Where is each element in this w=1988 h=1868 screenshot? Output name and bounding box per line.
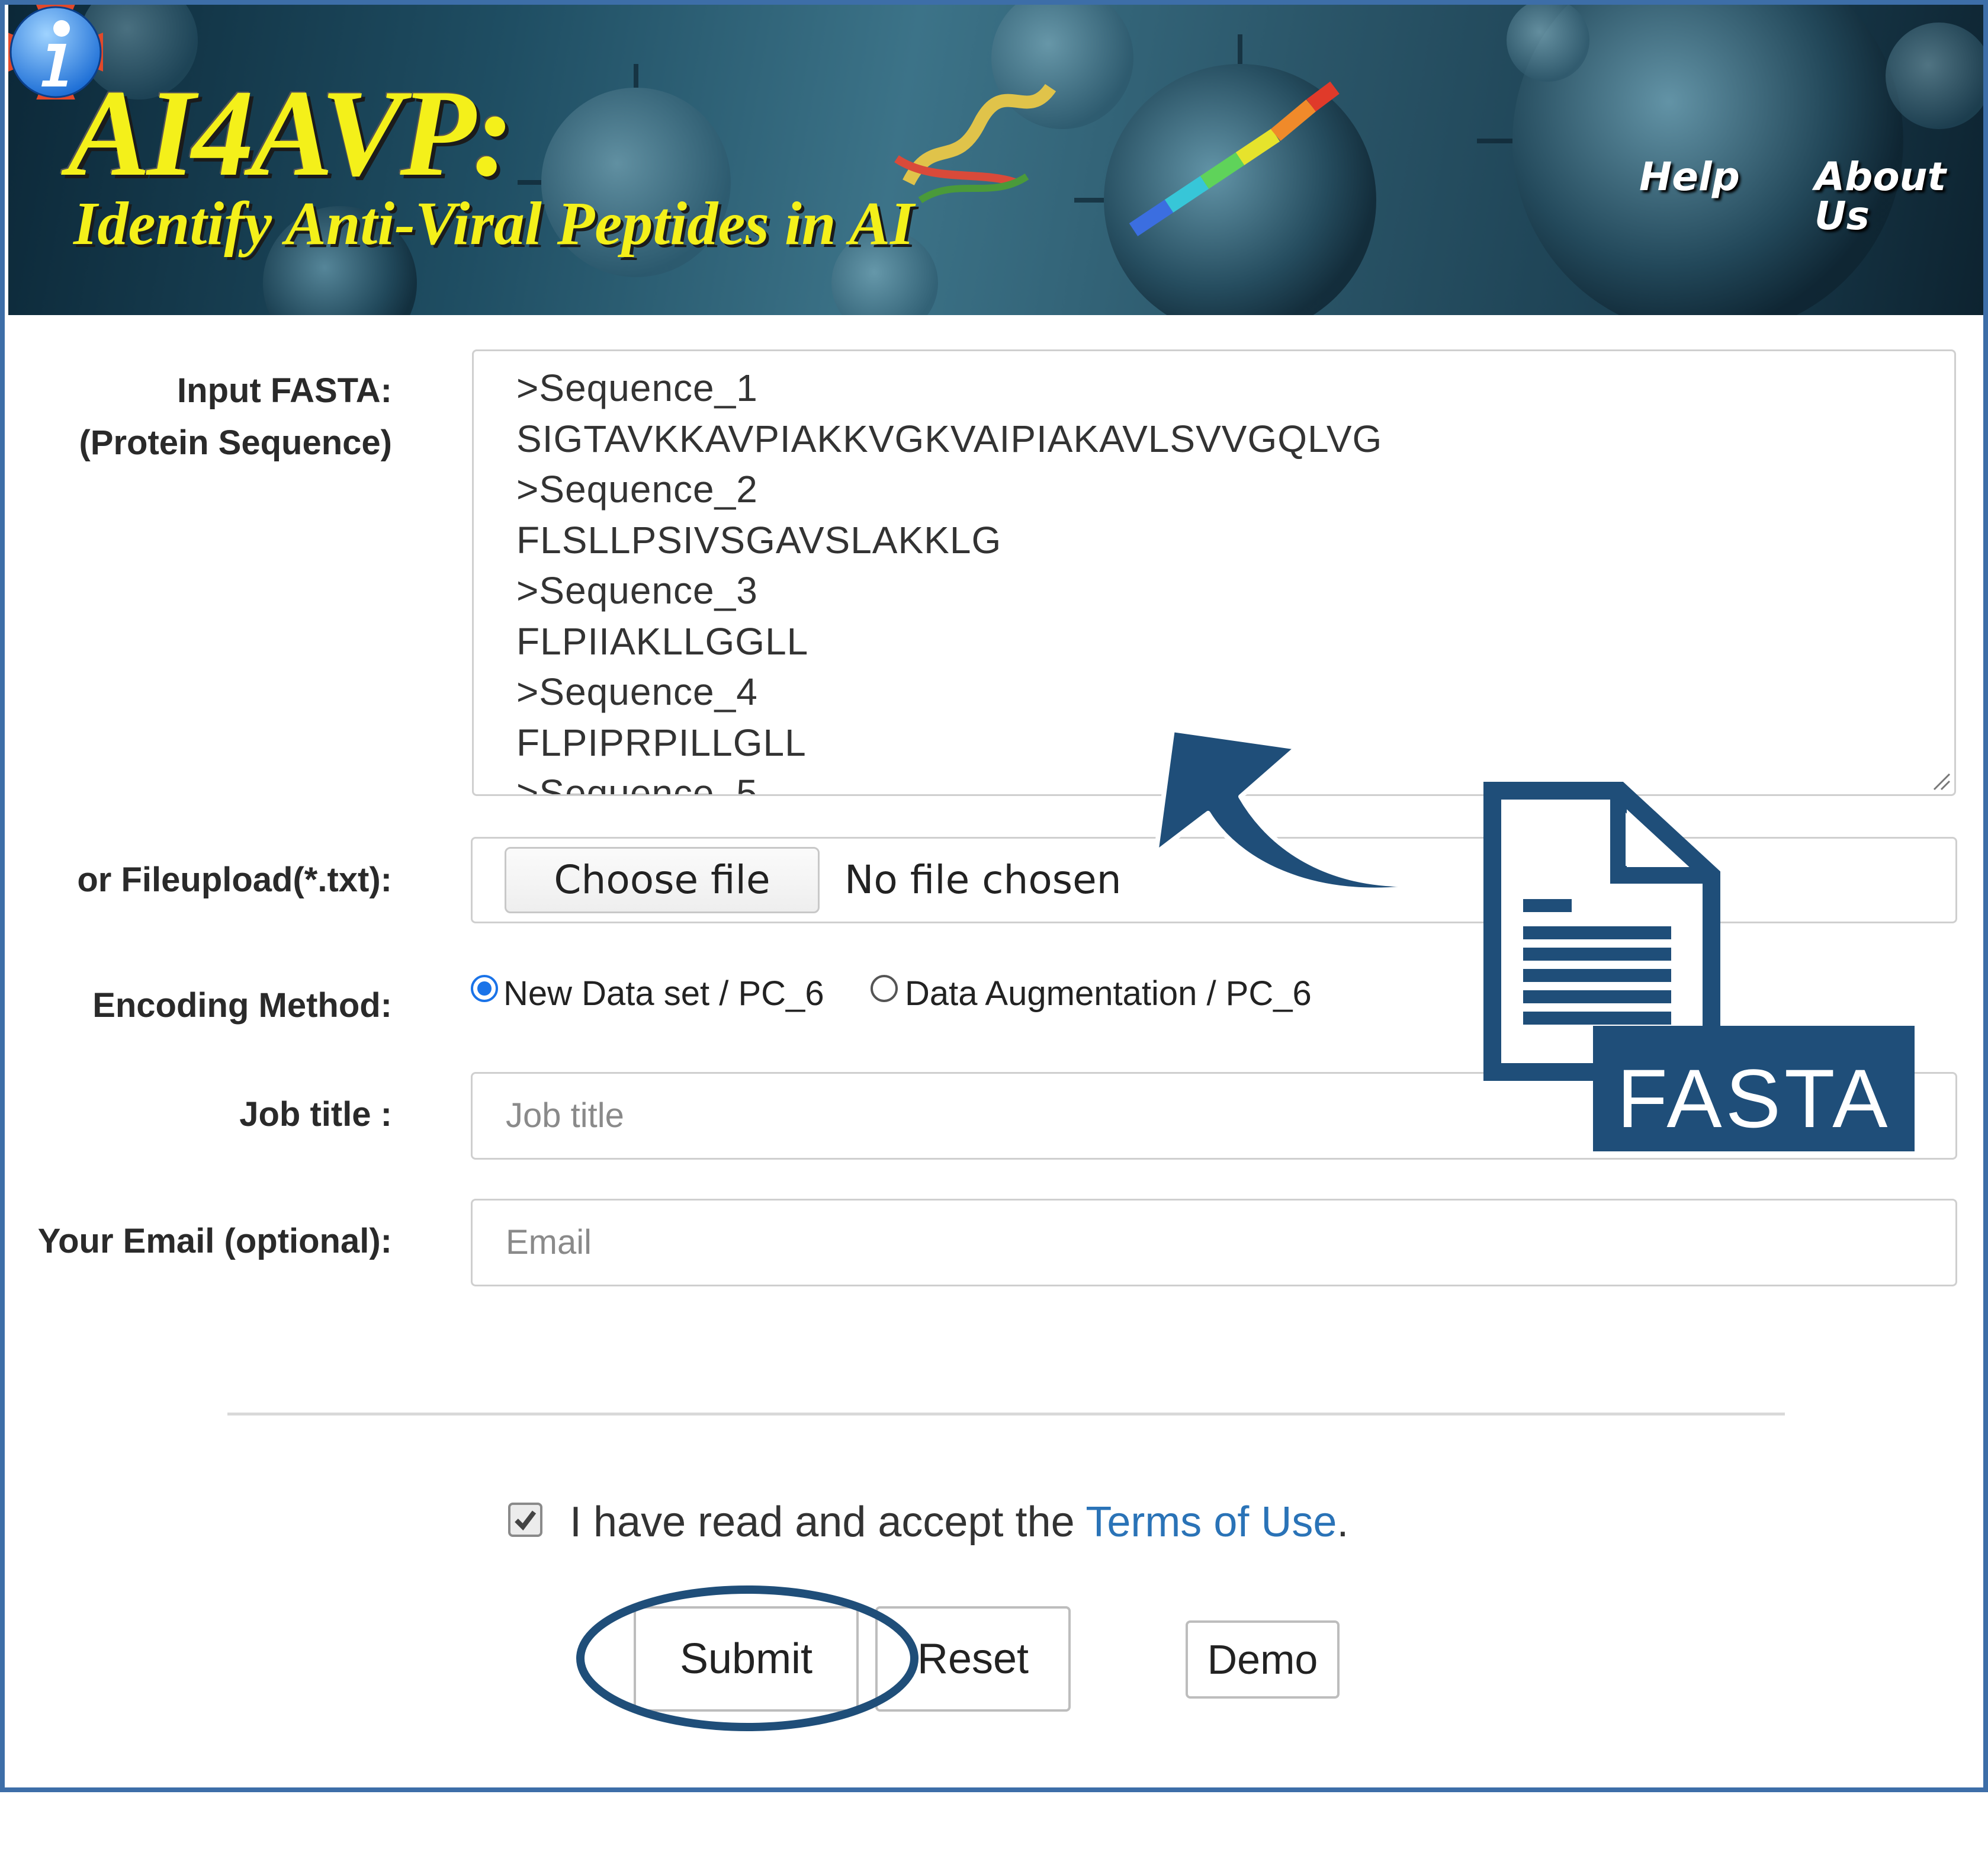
info-icon[interactable] [8,5,103,100]
terms-suffix: . [1337,1498,1349,1546]
header-banner: AI4AVP: Identify Anti-Viral Peptides in … [8,5,1983,315]
fasta-line: FLPIPRPILLGLL [516,721,807,764]
job-title-placeholder: Job title [506,1096,624,1135]
demo-button[interactable]: Demo [1186,1620,1340,1699]
encoding-radio-new-dataset[interactable] [471,975,498,1002]
fasta-line: SIGTAVKKAVPIAKKVGKVAIPIAKAVLSVVGQLVG [516,417,1383,460]
fasta-line: FLSLLPSIVSGAVSLAKKLG [516,518,1002,561]
file-status: No file chosen [844,857,1122,903]
terms-text: I have read and accept the Terms of Use. [570,1493,1348,1552]
fasta-textarea[interactable]: >Sequence_1 SIGTAVKKAVPIAKKVGKVAIPIAKAVL… [472,349,1956,796]
encoding-radio-augmentation[interactable] [871,975,898,1002]
encoding-option-label: Data Augmentation / PC_6 [905,974,1312,1013]
site-title: AI4AVP: [68,65,514,202]
email-placeholder: Email [506,1223,592,1262]
divider [227,1413,1785,1416]
fasta-line: >Sequence_4 [516,670,758,713]
file-upload-label: or Fileupload(*.txt): [77,861,392,899]
checkmark-icon [515,1510,537,1531]
terms-prefix: I have read and accept the [570,1498,1086,1546]
terms-of-use-link[interactable]: Terms of Use [1085,1498,1337,1546]
email-input[interactable]: Email [471,1199,1957,1286]
fasta-line: >Sequence_2 [516,468,758,511]
encoding-option-label: New Data set / PC_6 [503,974,824,1013]
fasta-label: Input FASTA: [177,371,392,410]
fasta-line: >Sequence_5 [516,772,758,796]
email-label: Your Email (optional): [37,1222,392,1260]
fasta-label-sub: (Protein Sequence) [79,423,392,462]
reset-button[interactable]: Reset [875,1606,1071,1712]
fasta-line: >Sequence_3 [516,569,758,612]
site-subtitle: Identify Anti-Viral Peptides in AI [73,190,914,258]
resize-handle-icon[interactable] [1931,771,1951,791]
encoding-label: Encoding Method: [92,986,392,1025]
submit-button[interactable]: Submit [634,1606,859,1712]
choose-file-button[interactable]: Choose file [505,847,820,913]
job-title-input[interactable]: Job title [471,1072,1957,1160]
nav-help-link[interactable]: Help [1639,158,1740,197]
terms-checkbox[interactable] [508,1503,542,1537]
file-upload-field[interactable]: Choose file No file chosen [471,837,1957,923]
job-title-label: Job title : [239,1095,392,1134]
fasta-line: >Sequence_1 [516,367,758,409]
nav-about-link[interactable]: About Us [1814,158,1983,236]
fasta-line: FLPIIAKLLGGLL [516,620,809,663]
